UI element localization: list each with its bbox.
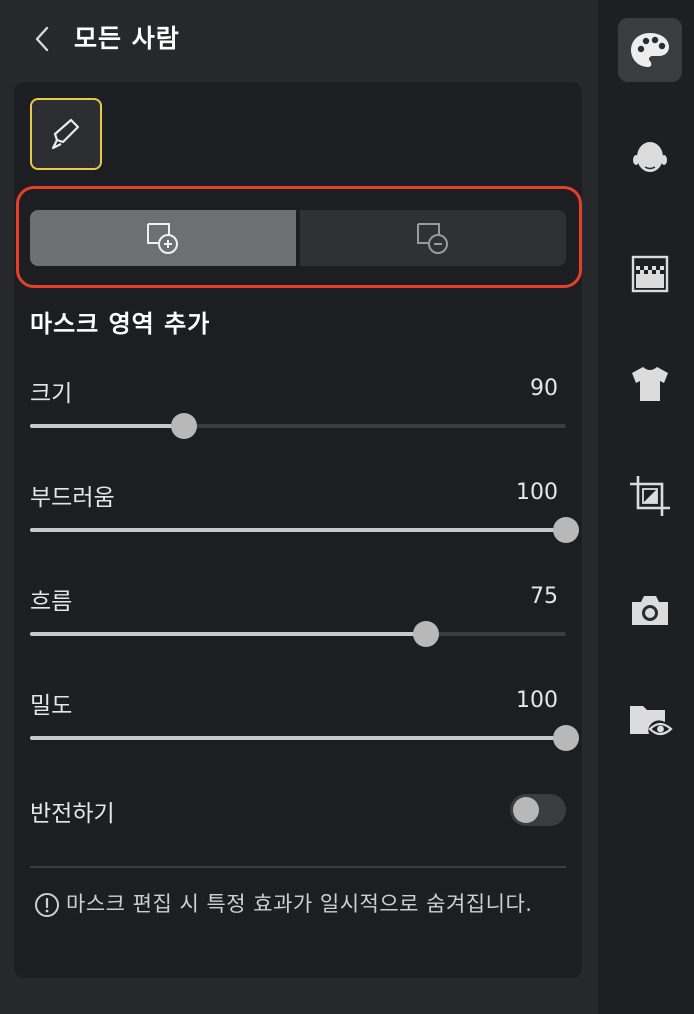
face-tool-button[interactable] <box>618 128 682 192</box>
palette-icon <box>631 33 669 67</box>
right-toolbar <box>598 0 694 1014</box>
flow-slider-value: 75 <box>530 584 558 609</box>
toggle-knob <box>513 797 539 823</box>
flow-slider-label: 흐름 <box>30 589 73 615</box>
background-tool-button[interactable] <box>618 242 682 306</box>
palette-tool-button[interactable] <box>618 18 682 82</box>
density-slider-label: 밀도 <box>30 693 73 719</box>
face-icon <box>633 142 667 172</box>
chevron-left-icon <box>35 26 49 52</box>
brush-icon <box>51 118 80 150</box>
size-slider-value: 90 <box>530 376 558 401</box>
softness-slider-value: 100 <box>516 480 558 505</box>
background-icon <box>631 255 669 293</box>
softness-slider-label: 부드러움 <box>30 485 115 511</box>
slider-fill <box>30 424 184 428</box>
invert-toggle[interactable] <box>510 794 566 826</box>
mask-add-button[interactable] <box>30 210 296 266</box>
notice-text: 마스크 편집 시 특정 효과가 일시적으로 숨겨집니다. <box>66 892 533 916</box>
back-button[interactable] <box>28 22 58 56</box>
crop-icon <box>630 476 670 516</box>
tshirt-icon <box>632 367 668 401</box>
slider-fill <box>30 632 426 636</box>
section-title: 마스크 영역 추가 <box>30 310 211 338</box>
slider-fill <box>30 528 566 532</box>
slider-thumb[interactable] <box>553 517 579 543</box>
density-slider-value: 100 <box>516 688 558 713</box>
slider-thumb[interactable] <box>170 413 197 439</box>
page-title: 모든 사람 <box>74 24 180 53</box>
folder-eye-icon <box>630 706 673 736</box>
mask-subtract-icon <box>417 223 448 254</box>
clothing-tool-button[interactable] <box>618 352 682 416</box>
mask-subtract-button[interactable] <box>300 210 566 266</box>
hidden-folder-tool-button[interactable] <box>618 688 682 752</box>
camera-icon <box>632 596 668 625</box>
editor-pane: 모든 사람 마스크 영역 추가 크기 90 부드러움 100 흐름 75 밀도 … <box>0 0 598 1014</box>
size-slider[interactable] <box>30 413 566 439</box>
density-slider[interactable] <box>30 725 579 751</box>
header: 모든 사람 <box>0 0 598 82</box>
info-circle-icon <box>35 893 59 917</box>
divider <box>30 866 566 868</box>
slider-fill <box>30 736 566 740</box>
invert-label: 반전하기 <box>30 801 115 827</box>
camera-tool-button[interactable] <box>618 578 682 642</box>
slider-thumb[interactable] <box>553 725 579 751</box>
size-slider-label: 크기 <box>30 381 73 407</box>
softness-slider[interactable] <box>30 517 579 543</box>
flow-slider[interactable] <box>30 621 566 647</box>
mask-panel: 마스크 영역 추가 크기 90 부드러움 100 흐름 75 밀도 100 반전… <box>14 82 582 978</box>
slider-thumb[interactable] <box>412 621 439 647</box>
crop-tool-button[interactable] <box>618 464 682 528</box>
brush-tool-button[interactable] <box>30 98 102 170</box>
mask-add-icon <box>147 223 178 254</box>
